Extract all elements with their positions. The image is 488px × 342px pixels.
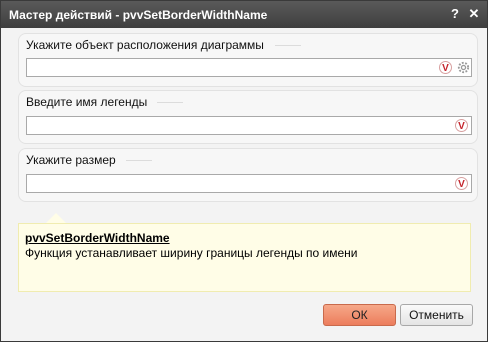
legend-name-label: Введите имя легенды: [26, 95, 152, 109]
close-icon[interactable]: ✕: [466, 6, 482, 22]
size-input[interactable]: [29, 176, 413, 193]
function-info-panel: pvvSetBorderWidthName Функция устанавлив…: [18, 223, 471, 292]
function-name: pvvSetBorderWidthName: [25, 231, 170, 245]
help-icon[interactable]: ?: [447, 6, 463, 22]
info-pointer: [46, 213, 66, 223]
validate-icon[interactable]: V: [455, 177, 468, 190]
cancel-button[interactable]: Отменить: [400, 304, 473, 326]
dialog-title: Мастер действий - pvvSetBorderWidthName: [9, 8, 268, 22]
legend-name-input[interactable]: [29, 118, 413, 135]
dialog-window: Мастер действий - pvvSetBorderWidthName …: [0, 0, 488, 342]
gear-icon[interactable]: [456, 60, 471, 75]
chart-object-group: Укажите объект расположения диаграммы V: [18, 33, 478, 87]
validate-icon[interactable]: V: [439, 61, 452, 74]
dialog-body: Укажите объект расположения диаграммы V …: [1, 28, 487, 341]
legend-name-field[interactable]: V: [26, 116, 472, 135]
size-label: Укажите размер: [26, 153, 120, 167]
divider: [157, 102, 183, 103]
validate-icon[interactable]: V: [455, 119, 468, 132]
divider: [126, 160, 152, 161]
titlebar[interactable]: Мастер действий - pvvSetBorderWidthName …: [1, 1, 487, 28]
chart-object-label: Укажите объект расположения диаграммы: [26, 38, 268, 52]
size-field[interactable]: V: [26, 174, 472, 193]
function-description: Функция устанавливает ширину границы лег…: [25, 246, 358, 260]
chart-object-field[interactable]: V: [26, 58, 472, 77]
divider: [275, 45, 301, 46]
legend-name-group: Введите имя легенды V: [18, 90, 478, 144]
chart-object-input[interactable]: [29, 60, 413, 77]
size-group: Укажите размер V: [18, 148, 478, 202]
ok-button[interactable]: ОК: [323, 304, 396, 326]
